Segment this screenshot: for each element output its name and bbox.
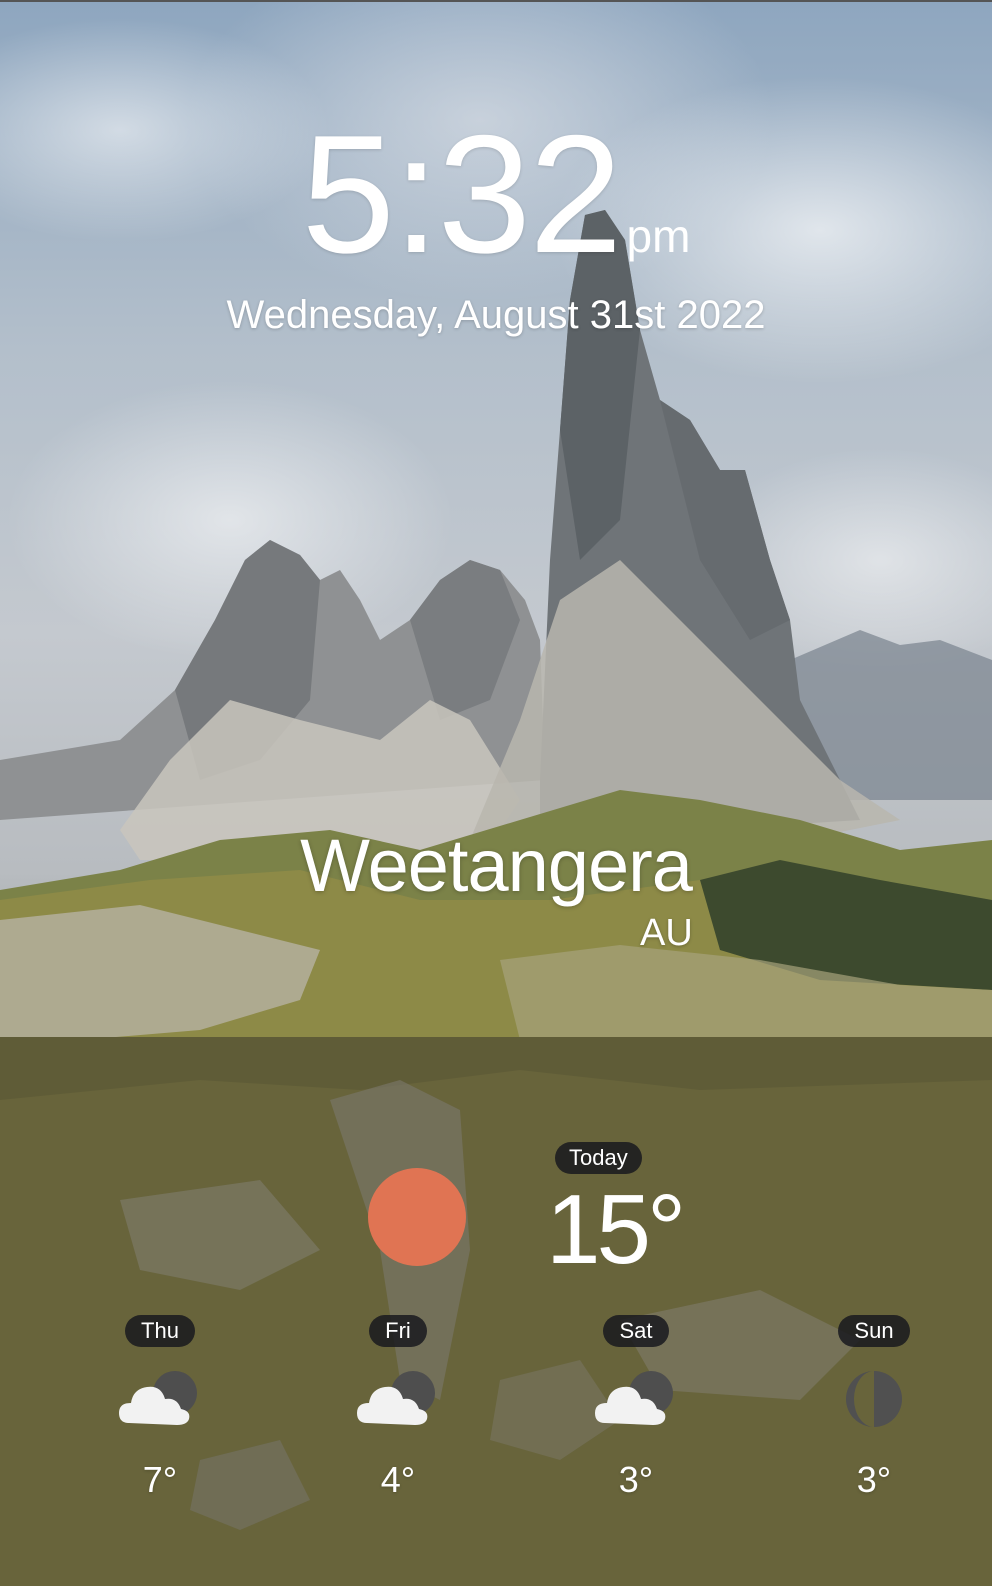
- sun-icon: [368, 1168, 466, 1266]
- cloud-night-icon: [353, 1369, 443, 1429]
- forecast-temperature: 7°: [142, 1459, 178, 1500]
- cloud-night-icon: [591, 1369, 681, 1429]
- clock-date: Wednesday, August 31st 2022: [226, 293, 766, 337]
- forecast-day-label: Sat: [603, 1315, 669, 1347]
- location-country: AU: [640, 912, 693, 954]
- forecast-temperature: 4°: [380, 1459, 416, 1500]
- today-badge: Today: [555, 1142, 642, 1174]
- window-top-border: [0, 0, 992, 2]
- clock-time: 5:32: [301, 100, 623, 288]
- weather-clock-app: 5:32 pm Wednesday, August 31st 2022 Weeta…: [0, 0, 992, 1586]
- cloud-night-icon: [115, 1369, 205, 1429]
- forecast-day-label: Fri: [369, 1315, 427, 1347]
- location-city: Weetangera: [300, 824, 693, 907]
- moon-icon: [829, 1369, 919, 1429]
- forecast-day-label: Sun: [838, 1315, 910, 1347]
- forecast-day: Fri 4°: [338, 1315, 458, 1501]
- forecast-day: Thu 7°: [100, 1315, 220, 1501]
- forecast-row: Thu 7° Fri 4° Sat 3° Sun 3°: [0, 1315, 992, 1515]
- clock-ampm: pm: [626, 210, 691, 262]
- forecast-day-label: Thu: [125, 1315, 195, 1347]
- forecast-temperature: 3°: [618, 1459, 654, 1500]
- forecast-day: Sun 3°: [814, 1315, 934, 1501]
- today-temperature: 15°: [546, 1174, 686, 1284]
- forecast-day: Sat 3°: [576, 1315, 696, 1501]
- forecast-temperature: 3°: [856, 1459, 892, 1500]
- clock: 5:32 pm: [0, 110, 992, 278]
